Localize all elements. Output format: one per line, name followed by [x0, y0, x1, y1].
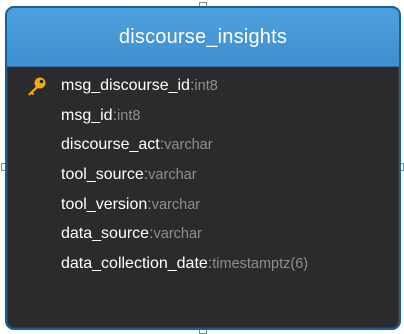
- table-header[interactable]: discourse_insights: [7, 8, 399, 67]
- column-row-tool-source[interactable]: tool_source: varchar: [7, 160, 399, 190]
- column-name: tool_source: [61, 165, 144, 183]
- column-type: int8: [194, 77, 218, 94]
- column-name: data_source: [61, 225, 150, 243]
- column-name: discourse_act: [61, 136, 160, 154]
- table-node[interactable]: discourse_insights msg_discourse_id: int…: [5, 6, 401, 330]
- column-row-msg-id[interactable]: msg_id: int8: [7, 101, 399, 131]
- column-name: data_collection_date: [61, 254, 208, 272]
- column-row-msg-discourse-id[interactable]: msg_discourse_id: int8: [7, 71, 399, 101]
- column-type: int8: [117, 107, 141, 124]
- table-title: discourse_insights: [118, 25, 288, 48]
- column-name: msg_discourse_id: [61, 76, 190, 94]
- column-name: msg_id: [61, 106, 113, 124]
- column-type: varchar: [164, 137, 213, 154]
- column-row-tool-version[interactable]: tool_version: varchar: [7, 190, 399, 220]
- column-type: varchar: [148, 166, 197, 183]
- column-type: varchar: [153, 226, 202, 243]
- column-name: tool_version: [61, 195, 148, 213]
- column-row-data-collection-date[interactable]: data_collection_date: timestamptz(6): [7, 249, 399, 279]
- column-type: varchar: [151, 196, 201, 213]
- key-icon: [28, 77, 46, 96]
- column-row-data-source[interactable]: data_source: varchar: [7, 219, 399, 249]
- column-list: msg_discourse_id: int8 msg_id: int8 disc…: [7, 67, 399, 279]
- column-row-discourse-act[interactable]: discourse_act: varchar: [7, 130, 399, 160]
- column-type: timestamptz(6): [212, 255, 309, 272]
